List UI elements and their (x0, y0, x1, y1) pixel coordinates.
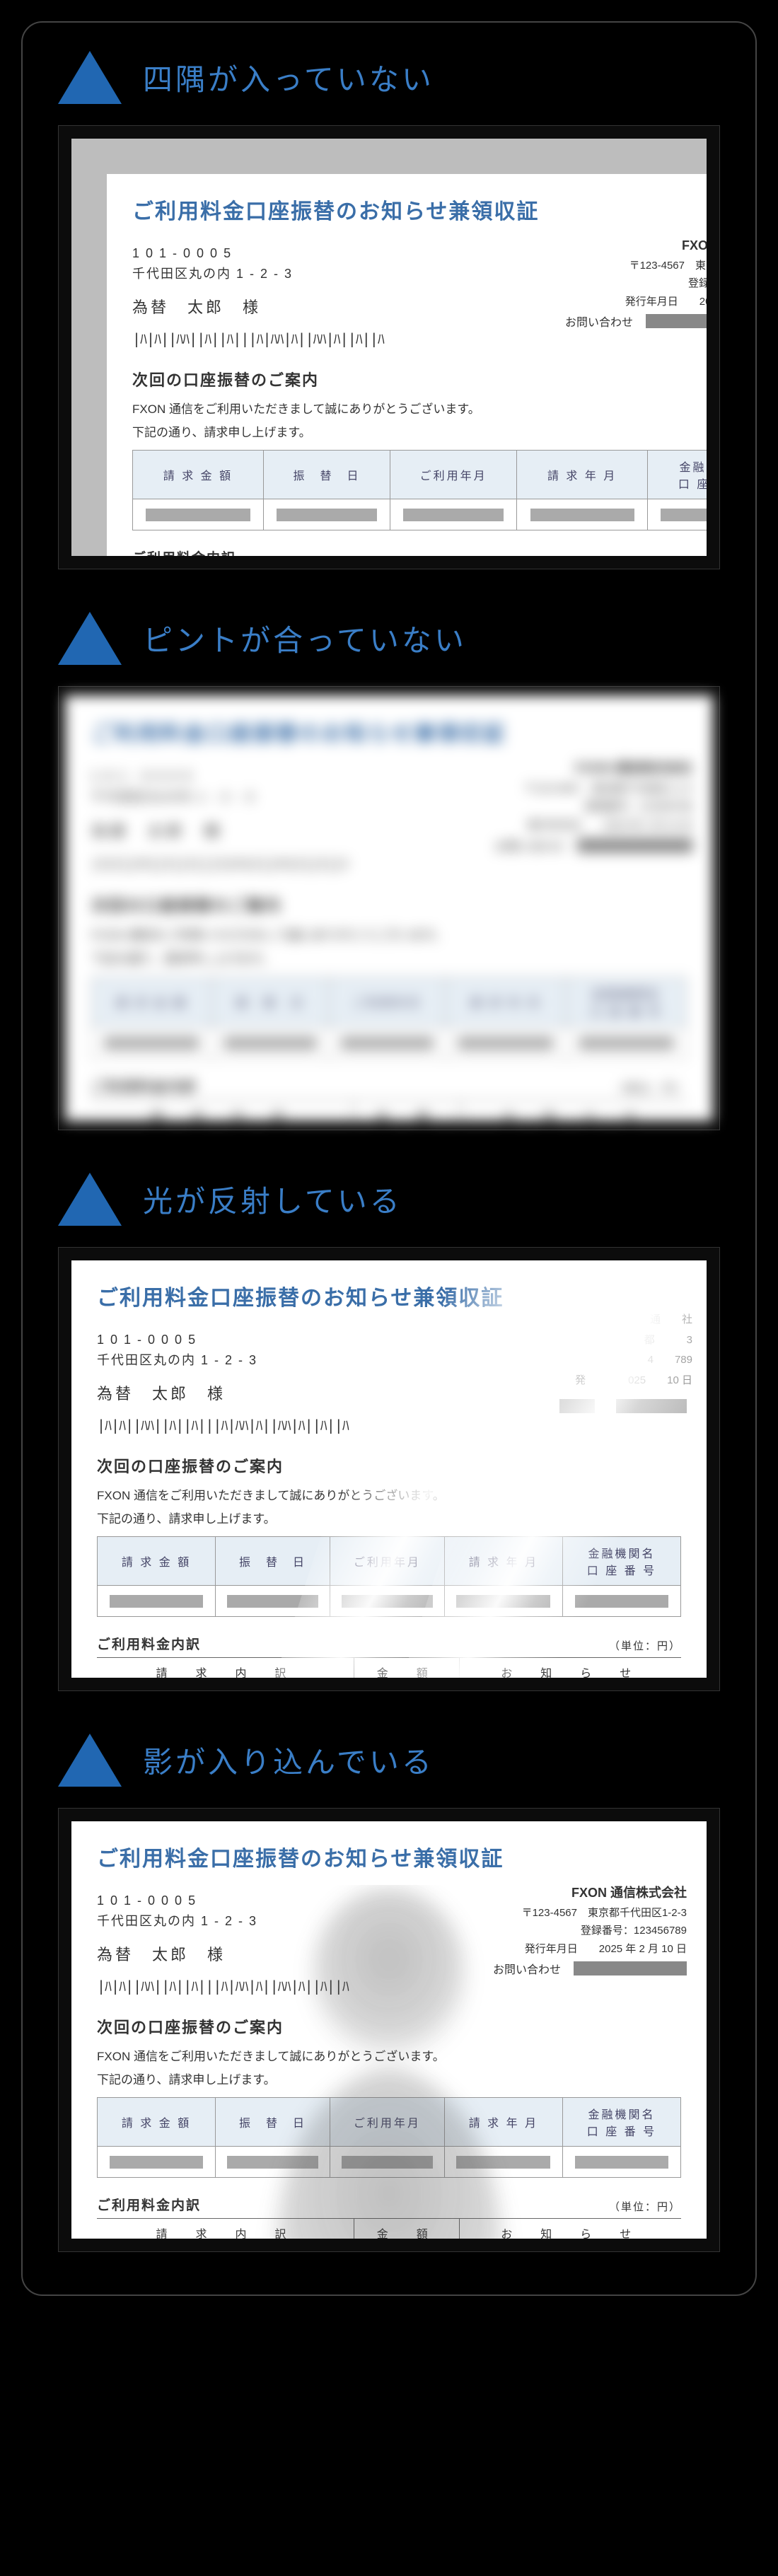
details-heading: ご利用料金内訳 (132, 547, 236, 556)
company-info: FXON 通信株式会社 〒123-4567 東京都千代田区1-2-3 登録番号：… (522, 1882, 687, 1958)
guide-heading: 次回の口座振替のご案内 (132, 368, 707, 390)
billing-table: 請 求 金 額振 替 日ご利用年月請 求 年 月金融機関名口 座 番 号 (97, 2097, 681, 2178)
warning-triangle-icon (58, 1734, 122, 1787)
warning-triangle-icon (58, 51, 122, 104)
address: 千代田区丸の内 1 - 2 - 3 (132, 264, 707, 282)
doc-preview-4: ご利用料金口座振替のお知らせ兼領収証 1 0 1 - 0 0 0 5 千代田区丸… (58, 1808, 720, 2252)
section1-title: 四隅が入っていない (143, 56, 434, 99)
warning-triangle-icon (58, 1173, 122, 1226)
section3-title: 光が反射している (143, 1178, 402, 1221)
section-shadow: 影が入り込んでいる ご利用料金口座振替のお知らせ兼領収証 1 0 1 - 0 0… (58, 1734, 720, 2252)
company-info: FXON 通信株 〒123-4567 東京都千代田 登録番号：123 発行年月日… (625, 235, 707, 311)
partial-company-text: 通 社 都 3 4 789 発 025 10 日 (509, 1310, 692, 1402)
warning-triangle-icon (58, 612, 122, 665)
barcode: |ﾊ|ﾊ||ﾊﾊ||ﾊ||ﾊ|||ﾊ|ﾊﾊ|ﾊ||ﾊﾊ|ﾊ||ﾊ||ﾊ (132, 327, 707, 348)
details-table: 請 求 内 訳金 額お 知 ら せ (97, 2218, 681, 2239)
doc-preview-1: ご利用料金口座振替のお知らせ兼領収証 1 0 1 - 0 0 0 5 千代田区丸… (58, 125, 720, 569)
inquiry-row: お問い合わせ (493, 1960, 687, 1977)
section-corners-missing: 四隅が入っていない ご利用料金口座振替のお知らせ兼領収証 1 0 1 - 0 0… (58, 51, 720, 569)
billing-table: 請 求 金 額振 替 日ご利用年月請 求 年 月金融機関名口 座 番 号 (97, 1536, 681, 1617)
section-glare: 光が反射している ご利用料金口座振替のお知らせ兼領収証 1 0 1 - 0 0 … (58, 1173, 720, 1691)
section2-title: ピントが合っていない (143, 617, 467, 660)
doc-title: ご利用料金口座振替のお知らせ兼領収証 (132, 194, 707, 225)
section-out-of-focus: ピントが合っていない ご利用料金口座振替のお知らせ兼領収証 1 0 1 - 0 … (58, 612, 720, 1130)
inquiry-row: お問い合わせ (565, 313, 707, 330)
doc-preview-3: ご利用料金口座振替のお知らせ兼領収証 1 0 1 - 0 0 0 5 千代田区丸… (58, 1247, 720, 1691)
postal-code: 1 0 1 - 0 0 0 5 (132, 246, 707, 261)
document-examples-frame: 四隅が入っていない ご利用料金口座振替のお知らせ兼領収証 1 0 1 - 0 0… (21, 21, 757, 2296)
doc-preview-2: ご利用料金口座振替のお知らせ兼領収証 1 0 1 - 0 0 0 5 千代田区丸… (58, 686, 720, 1130)
section4-title: 影が入り込んでいる (143, 1739, 434, 1782)
redacted-bar (646, 314, 707, 328)
billing-table: 請 求 金 額 振 替 日 ご利用年月 請 求 年 月 金融機関名口 座 番 号 (132, 450, 707, 530)
details-table: 請 求 内 訳金 額お 知 ら せ (97, 1657, 681, 1678)
